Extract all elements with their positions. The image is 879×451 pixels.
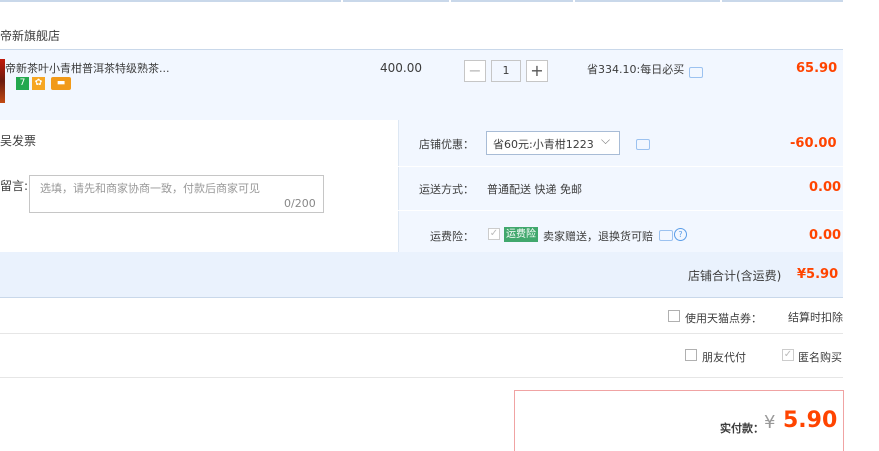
quantity-plus-button[interactable]: + <box>526 60 548 82</box>
chat-bubble-icon[interactable] <box>689 67 703 78</box>
payment-currency: ¥ <box>764 412 776 433</box>
delivery-label: 运送方式： <box>419 183 474 196</box>
friend-pay-checkbox[interactable] <box>685 349 697 361</box>
chat-bubble-icon[interactable] <box>659 230 673 241</box>
divider <box>0 377 843 378</box>
tmall-points-checkbox[interactable] <box>668 310 680 322</box>
tmall-points-label[interactable]: 使用天猫点券： <box>685 310 762 326</box>
card-payment-icon: ▬ <box>51 77 71 90</box>
shop-discount-value: -60.00 <box>790 136 837 151</box>
insurance-fee: 0.00 <box>809 228 842 243</box>
unit-price: 400.00 <box>380 61 422 75</box>
insurance-checkbox[interactable]: ✓ <box>488 228 500 240</box>
shop-name[interactable]: 帝新旗舰店 <box>0 27 60 44</box>
payment-label: 实付款： <box>720 422 764 435</box>
panel-divider <box>398 120 399 252</box>
insurance-badge: 运费险 <box>504 227 538 242</box>
row-divider <box>398 166 843 167</box>
chevron-down-icon: ⌵ <box>601 133 611 147</box>
delivery-fee: 0.00 <box>809 180 842 195</box>
message-label: 留言: <box>0 179 29 193</box>
shop-total-value: ¥5.90 <box>797 267 839 282</box>
anonymous-label[interactable]: 匿名购买 <box>798 349 842 365</box>
invoice-label[interactable]: 吴发票 <box>0 132 36 149</box>
quantity-minus-button[interactable]: − <box>464 60 486 82</box>
tmall-points-note: 结算时扣除 <box>788 311 843 324</box>
message-char-count: 0/200 <box>284 197 316 210</box>
insurance-text: 卖家赠送，退换货可赔 <box>543 230 653 243</box>
row-divider <box>398 210 843 211</box>
chat-bubble-icon[interactable] <box>636 139 650 150</box>
payment-amount: 5.90 <box>783 408 838 433</box>
help-icon[interactable]: ? <box>674 228 687 241</box>
friend-pay-label[interactable]: 朋友代付 <box>702 349 746 365</box>
quantity-input[interactable]: 1 <box>491 60 521 82</box>
shop-discount-label: 店铺优惠： <box>419 138 474 151</box>
top-border <box>0 0 843 2</box>
seven-day-return-icon: 7 <box>16 77 29 90</box>
divider <box>0 333 843 334</box>
shop-discount-selected: 省60元:小青柑1223 <box>493 138 594 151</box>
shop-total-label: 店铺合计(含运费) <box>688 269 782 283</box>
insurance-label: 运费险： <box>430 230 474 243</box>
item-discount-note: 省334.10:每日必买 <box>587 63 685 76</box>
item-total: 65.90 <box>796 61 838 76</box>
anonymous-checkbox[interactable]: ✓ <box>782 349 794 361</box>
message-placeholder: 选填，请先和商家协商一致，付款后商家可见 <box>40 182 260 195</box>
service-badge-icon: ✿ <box>32 77 45 90</box>
delivery-method: 普通配送 快递 免邮 <box>487 183 582 196</box>
product-title[interactable]: 帝新茶叶小青柑普洱茶特级熟茶... <box>5 60 170 76</box>
quantity-stepper: − 1 + <box>464 60 550 82</box>
